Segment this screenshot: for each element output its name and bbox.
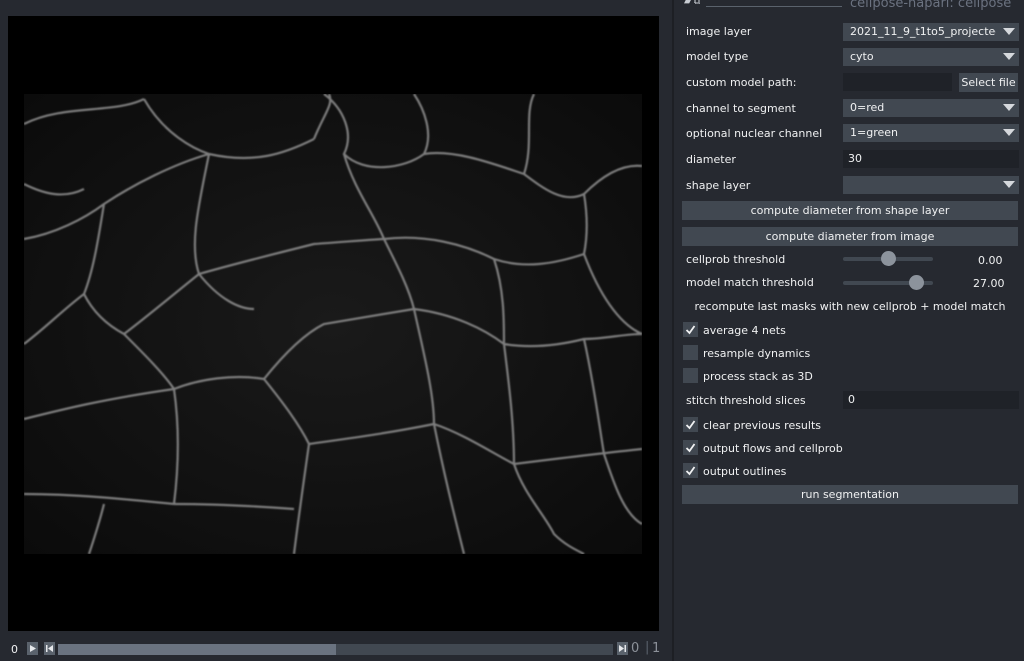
model-match-slider[interactable]: [843, 275, 933, 290]
clear-results-label: clear previous results: [703, 419, 822, 432]
play-icon: [30, 645, 36, 652]
frame-separator: |: [645, 640, 650, 655]
chevron-down-icon: [1003, 104, 1015, 111]
output-flows-checkbox[interactable]: [683, 440, 698, 455]
frame-total: 1: [652, 641, 661, 656]
panel-divider[interactable]: [672, 0, 674, 661]
model-match-label: model match threshold: [686, 276, 814, 289]
cellprob-value: 0.00: [978, 254, 1003, 267]
shape-layer-combo[interactable]: [843, 176, 1019, 194]
cell-image: [24, 94, 642, 554]
viewer-canvas[interactable]: [8, 16, 659, 631]
chevron-down-icon: [1003, 53, 1015, 60]
select-file-button[interactable]: Select file: [959, 73, 1018, 92]
resample-label: resample dynamics: [703, 347, 811, 360]
diameter-value: 30: [848, 152, 862, 165]
model-type-label: model type: [686, 50, 749, 63]
checkmark-icon: [685, 325, 696, 335]
checkmark-icon: [685, 466, 696, 476]
chevron-down-icon: [1003, 28, 1015, 35]
frame-slider-fill: [58, 644, 336, 655]
recompute-masks-label[interactable]: recompute last masks with new cellprob +…: [676, 300, 1024, 313]
diameter-input[interactable]: 30: [843, 150, 1019, 168]
custom-model-path-input[interactable]: [843, 73, 952, 91]
dock-title-line: [706, 6, 842, 7]
dims-slider-bar: 0 0 | 1: [0, 638, 668, 661]
play-button[interactable]: [27, 642, 38, 655]
average-nets-checkbox[interactable]: [683, 322, 698, 337]
skip-forward-icon: [619, 645, 626, 652]
model-type-value: cyto: [850, 50, 874, 63]
process-3d-label: process stack as 3D: [703, 370, 813, 383]
cellpose-dock-widget: ▰ ⧉ cellpose-napari: cellpose image laye…: [676, 0, 1024, 661]
nuclear-channel-value: 1=green: [850, 126, 898, 139]
channel-value: 0=red: [850, 101, 885, 114]
checkmark-icon: [685, 443, 696, 453]
diameter-label: diameter: [686, 153, 736, 166]
frame-index-label: 0: [11, 643, 18, 656]
model-type-combo[interactable]: cyto: [843, 48, 1019, 66]
stitch-threshold-label: stitch threshold slices: [686, 394, 806, 407]
skip-back-icon: [46, 645, 53, 652]
chevron-down-icon: [1003, 129, 1015, 136]
cellprob-slider-handle[interactable]: [880, 251, 896, 266]
dock-title: cellpose-napari: cellpose: [850, 0, 1012, 11]
viewer-panel: 0 0 | 1: [0, 0, 668, 661]
average-nets-label: average 4 nets: [703, 324, 786, 337]
cellprob-label: cellprob threshold: [686, 253, 786, 266]
first-frame-button[interactable]: [44, 642, 55, 655]
channel-label: channel to segment: [686, 102, 796, 115]
checkmark-icon: [685, 420, 696, 430]
channel-combo[interactable]: 0=red: [843, 99, 1019, 117]
dock-float-close-icon[interactable]: ▰ ⧉: [684, 0, 700, 7]
cellprob-slider[interactable]: [843, 251, 933, 266]
chevron-down-icon: [1003, 181, 1015, 188]
nuclear-channel-combo[interactable]: 1=green: [843, 124, 1019, 142]
image-layer-label: image layer: [686, 25, 752, 38]
process-3d-checkbox[interactable]: [683, 368, 698, 383]
image-layer-combo[interactable]: 2021_11_9_t1to5_projected: [843, 23, 1019, 41]
shape-layer-label: shape layer: [686, 179, 751, 192]
model-match-slider-handle[interactable]: [909, 275, 925, 290]
run-segmentation-button[interactable]: run segmentation: [682, 485, 1018, 504]
output-flows-label: output flows and cellprob: [703, 442, 843, 455]
last-frame-button[interactable]: [617, 642, 628, 655]
frame-slider[interactable]: [58, 644, 613, 655]
resample-checkbox[interactable]: [683, 345, 698, 360]
output-outlines-label: output outlines: [703, 465, 787, 478]
frame-current: 0: [631, 641, 640, 656]
compute-diameter-shape-button[interactable]: compute diameter from shape layer: [682, 201, 1018, 220]
image-layer-value: 2021_11_9_t1to5_projected: [850, 25, 996, 38]
compute-diameter-image-button[interactable]: compute diameter from image: [682, 227, 1018, 246]
model-match-value: 27.00: [973, 277, 1005, 290]
output-outlines-checkbox[interactable]: [683, 463, 698, 478]
clear-results-checkbox[interactable]: [683, 417, 698, 432]
custom-model-label: custom model path:: [686, 76, 797, 89]
nuclear-channel-label: optional nuclear channel: [686, 127, 823, 140]
stitch-threshold-value: 0: [848, 393, 855, 406]
stitch-threshold-input[interactable]: 0: [843, 391, 1019, 409]
dock-title-bar[interactable]: ▰ ⧉ cellpose-napari: cellpose: [676, 0, 1024, 14]
